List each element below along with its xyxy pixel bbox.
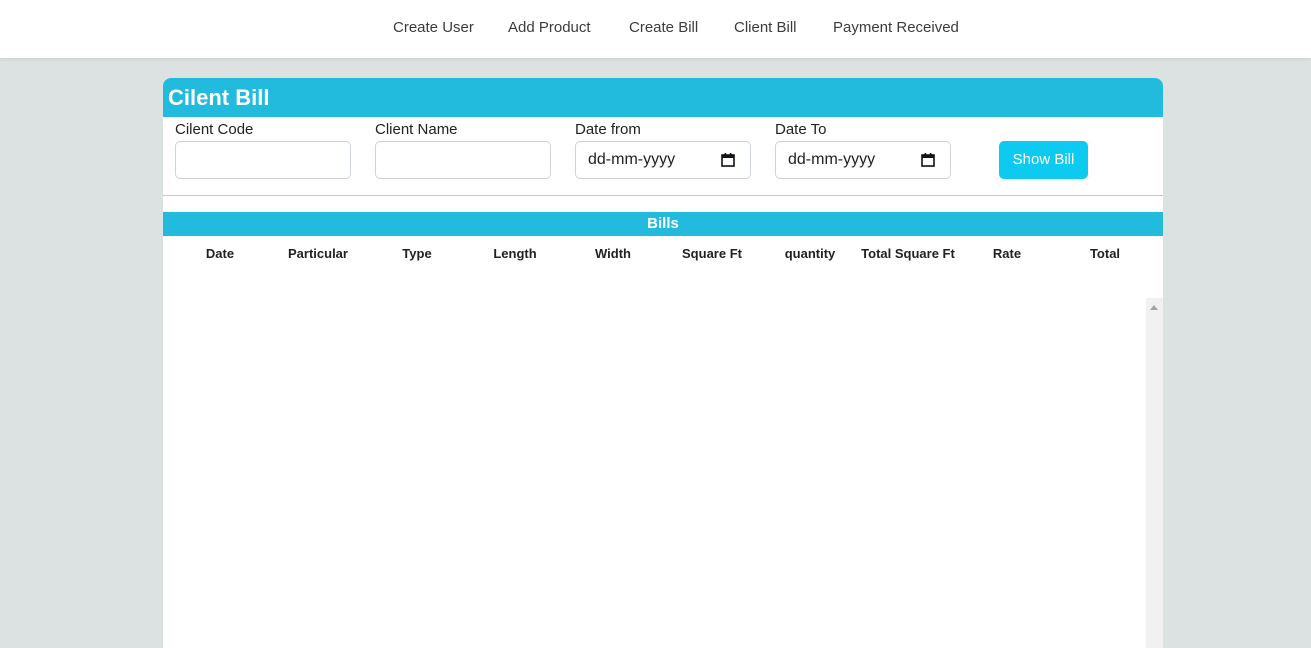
- date-from-placeholder: dd-mm-yyyy: [588, 151, 676, 168]
- client-bill-panel: Cilent Bill Cilent Code Client Name Date…: [163, 78, 1163, 648]
- column-header-square-ft: Square Ft: [682, 246, 742, 261]
- show-bill-button[interactable]: Show Bill: [999, 141, 1088, 179]
- calendar-icon[interactable]: [921, 153, 935, 167]
- nav-link-create-bill[interactable]: Create Bill: [629, 19, 698, 36]
- column-header-particular: Particular: [288, 246, 348, 261]
- column-header-rate: Rate: [992, 246, 1022, 261]
- nav-link-add-product[interactable]: Add Product: [508, 19, 591, 36]
- date-from-input[interactable]: dd-mm-yyyy: [575, 141, 751, 179]
- nav-link-create-user[interactable]: Create User: [393, 19, 474, 36]
- client-code-label: Cilent Code: [175, 121, 254, 138]
- scroll-up-arrow-icon[interactable]: [1150, 305, 1158, 310]
- column-header-width: Width: [595, 246, 631, 261]
- panel-header: Cilent Bill: [163, 78, 1163, 117]
- calendar-icon[interactable]: [721, 153, 735, 167]
- column-header-total: Total: [1089, 246, 1121, 261]
- nav-link-client-bill[interactable]: Client Bill: [734, 19, 797, 36]
- date-to-placeholder: dd-mm-yyyy: [788, 151, 876, 168]
- date-to-label: Date To: [775, 121, 827, 138]
- column-header-total-square-ft: Total Square Ft: [861, 246, 955, 261]
- column-header-type: Type: [402, 246, 432, 261]
- bills-section-header: Bills: [163, 212, 1163, 236]
- nav-link-payment-received[interactable]: Payment Received: [833, 19, 959, 36]
- column-header-length: Length: [493, 246, 537, 261]
- client-name-label: Client Name: [375, 121, 458, 138]
- column-header-quantity: quantity: [784, 246, 836, 261]
- date-to-input[interactable]: dd-mm-yyyy: [775, 141, 951, 179]
- page-title: Cilent Bill: [168, 85, 270, 110]
- divider: [163, 195, 1163, 196]
- client-name-input[interactable]: [375, 141, 551, 179]
- bills-table-body[interactable]: [163, 298, 1163, 648]
- top-navbar: Create User Add Product Create Bill Clie…: [0, 0, 1311, 58]
- date-from-label: Date from: [575, 121, 641, 138]
- client-code-input[interactable]: [175, 141, 351, 179]
- vertical-scrollbar[interactable]: [1146, 298, 1163, 648]
- column-header-date: Date: [205, 246, 235, 261]
